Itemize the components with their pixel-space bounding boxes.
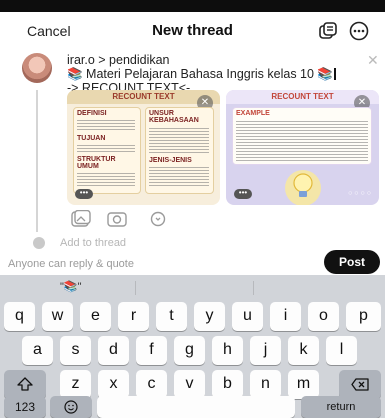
text-lines <box>77 173 135 187</box>
divider <box>253 281 254 295</box>
key-e[interactable]: e <box>80 302 111 331</box>
text-lines <box>236 121 368 161</box>
reply-permission-button[interactable]: Anyone can reply & quote <box>8 258 134 270</box>
shift-key[interactable] <box>4 370 46 399</box>
image-attachment-1[interactable]: RECOUNT TEXT ✕ DEFINISI TUJUAN STRUKTUR … <box>67 90 220 205</box>
draft-icon[interactable] <box>318 21 338 41</box>
key-h[interactable]: h <box>212 336 243 365</box>
key-j[interactable]: j <box>250 336 281 365</box>
breadcrumb[interactable]: irar.o > pendidikan <box>67 53 170 67</box>
key-b[interactable]: b <box>212 370 243 399</box>
add-to-thread-button[interactable]: Add to thread <box>60 237 126 249</box>
text-caret <box>333 68 336 80</box>
key-z[interactable]: z <box>60 370 91 399</box>
key-l[interactable]: l <box>326 336 357 365</box>
key-a[interactable]: a <box>22 336 53 365</box>
suggestion-bar: "📚" <box>0 275 385 300</box>
thread-line <box>36 90 38 232</box>
text-lines <box>149 128 209 154</box>
lightbulb-icon <box>285 170 321 205</box>
section-label: TUJUAN <box>77 135 106 142</box>
image-attachment-2[interactable]: RECOUNT TEXT ✕ EXAMPLE ••• ○○○○ <box>226 90 379 205</box>
delete-key[interactable] <box>339 370 381 399</box>
emoji-key[interactable] <box>50 396 92 418</box>
space-key[interactable] <box>97 396 295 418</box>
location-icon[interactable] <box>147 210 169 228</box>
more-options-icon[interactable] <box>349 21 369 41</box>
section-label: STRUKTUR UMUM <box>77 156 116 170</box>
key-u[interactable]: u <box>232 302 263 331</box>
gallery-icon[interactable] <box>70 210 92 228</box>
shift-icon <box>17 377 33 391</box>
small-avatar <box>33 237 45 249</box>
key-t[interactable]: t <box>156 302 187 331</box>
key-q[interactable]: q <box>4 302 35 331</box>
close-icon[interactable]: ✕ <box>367 52 379 69</box>
status-bar-strip <box>0 0 385 12</box>
emoji-icon <box>64 400 78 414</box>
numbers-key[interactable]: 123 <box>4 396 46 418</box>
suggestion-item[interactable]: "📚" <box>60 280 82 293</box>
section-label: JENIS-JENIS <box>149 157 192 164</box>
return-key[interactable]: return <box>301 396 381 418</box>
key-c[interactable]: c <box>136 370 167 399</box>
more-icon[interactable]: ••• <box>234 189 252 199</box>
section-label: EXAMPLE <box>236 110 270 117</box>
key-y[interactable]: y <box>194 302 225 331</box>
section-label: DEFINISI <box>77 110 107 117</box>
more-icon[interactable]: ••• <box>75 189 93 199</box>
key-s[interactable]: s <box>60 336 91 365</box>
key-r[interactable]: r <box>118 302 149 331</box>
text-lines <box>77 145 135 153</box>
camera-icon[interactable] <box>106 210 128 228</box>
key-d[interactable]: d <box>98 336 129 365</box>
key-g[interactable]: g <box>174 336 205 365</box>
key-v[interactable]: v <box>174 370 205 399</box>
text-lines <box>77 120 135 132</box>
key-f[interactable]: f <box>136 336 167 365</box>
keyboard: "📚" q w e r t y u i o p a s d f g h j k … <box>0 275 385 418</box>
key-p[interactable]: p <box>346 302 381 331</box>
text-lines <box>149 167 209 187</box>
key-o[interactable]: o <box>308 302 339 331</box>
key-x[interactable]: x <box>98 370 129 399</box>
key-n[interactable]: n <box>250 370 281 399</box>
key-k[interactable]: k <box>288 336 319 365</box>
key-m[interactable]: m <box>288 370 319 399</box>
pagination-dots: ○○○○ <box>348 190 373 197</box>
key-i[interactable]: i <box>270 302 301 331</box>
post-text-line-1: 📚 Materi Pelajaran Bahasa Inggris kelas … <box>67 67 333 81</box>
key-w[interactable]: w <box>42 302 73 331</box>
compose-header: Cancel New thread <box>0 12 385 46</box>
avatar[interactable] <box>22 53 52 83</box>
divider <box>135 281 136 295</box>
section-label: UNSUR KEBAHASAAN <box>149 110 199 124</box>
post-button[interactable]: Post <box>324 250 380 274</box>
backspace-icon <box>351 378 369 391</box>
